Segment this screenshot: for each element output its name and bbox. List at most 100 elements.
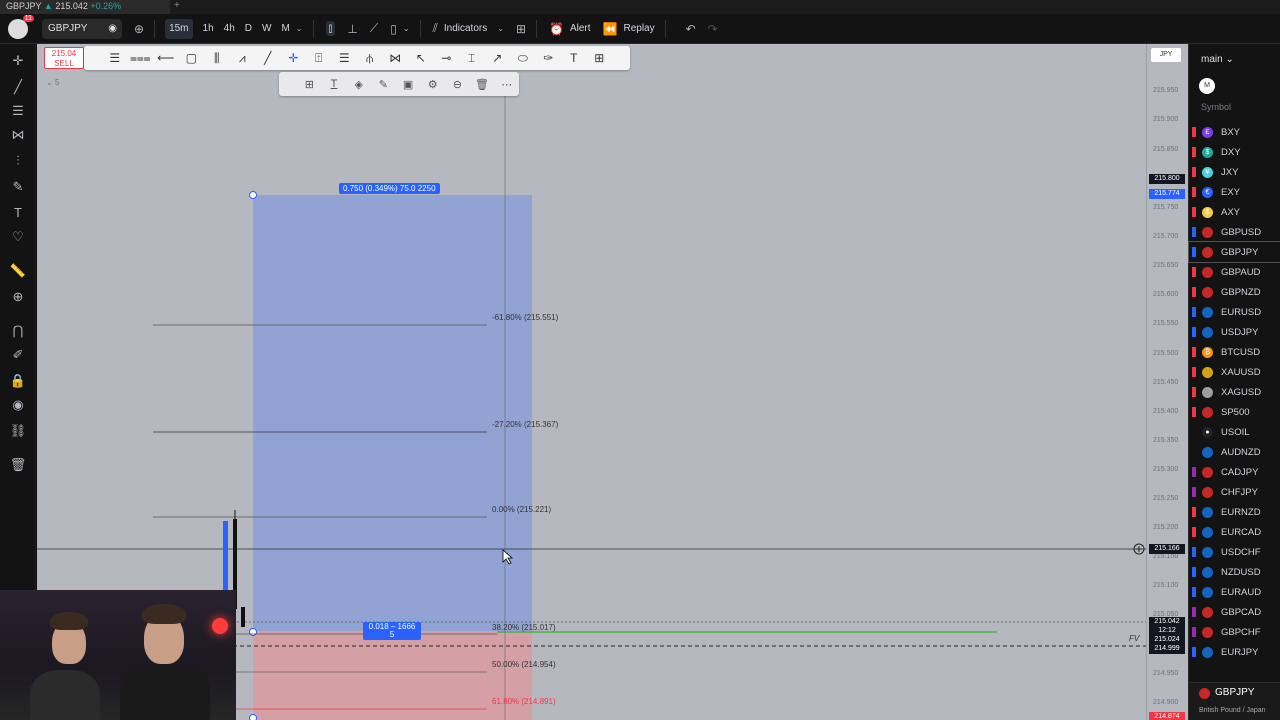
eye-icon[interactable]: ◉ [108, 23, 117, 34]
fib-timezone-icon[interactable]: ⫼ [204, 51, 230, 66]
stop-zone[interactable] [253, 631, 532, 720]
trend-line-icon[interactable]: ╱ [8, 78, 28, 96]
watchlist-item-btcusd[interactable]: ₿ BTCUSD [1189, 342, 1280, 362]
color-flag[interactable] [1192, 627, 1196, 637]
color-flag[interactable] [1192, 387, 1196, 397]
text-icon[interactable]: T [561, 51, 587, 65]
crosshair-tool-icon[interactable]: ✛ [281, 51, 307, 65]
new-tab-icon[interactable]: + [174, 0, 180, 11]
magnet-icon[interactable]: ⋂ [8, 322, 28, 340]
symbol-details[interactable]: GBPJPY British Pound / Japan [1189, 682, 1280, 720]
watchlist-item-gbpchf[interactable]: GBPCHF [1189, 622, 1280, 642]
watchlist-item-bxy[interactable]: £ BXY [1189, 122, 1280, 142]
horizontal-line-icon[interactable]: ⟵ [153, 51, 179, 65]
color-flag[interactable] [1192, 367, 1196, 377]
color-flag[interactable] [1192, 427, 1196, 437]
color-flag[interactable] [1192, 287, 1196, 297]
trash-icon[interactable]: 🗑 [8, 456, 28, 474]
line-color-icon[interactable]: ✎ [371, 78, 396, 91]
profit-zone[interactable] [253, 195, 532, 631]
watchlist-item-usoil[interactable]: ● USOIL [1189, 422, 1280, 442]
symbol-column-header[interactable]: Symbol [1201, 102, 1231, 112]
date-range-icon[interactable]: ⌶ [459, 51, 485, 66]
watchlist-item-axy[interactable]: $ AXY [1189, 202, 1280, 222]
watchlist-item-gbpusd[interactable]: GBPUSD [1189, 222, 1280, 242]
watchlist-item-cadjpy[interactable]: CADJPY [1189, 462, 1280, 482]
replay-button[interactable]: Replay [623, 19, 654, 39]
chevron-down-icon[interactable]: ⌄ [403, 24, 410, 33]
indicators-button[interactable]: Indicators [444, 19, 487, 39]
sell-button[interactable]: 215.04 SELL [44, 47, 84, 69]
symbol-search[interactable]: GBPJPY ◉ [42, 18, 122, 39]
settings-gear-icon[interactable]: ⚙ [420, 78, 445, 91]
color-flag[interactable] [1192, 647, 1196, 657]
watchlist-item-usdchf[interactable]: USDCHF [1189, 542, 1280, 562]
entry-handle[interactable] [249, 628, 257, 636]
image-icon[interactable]: ▣ [396, 78, 421, 91]
interval-1h[interactable]: 1h [203, 19, 214, 39]
lock-icon[interactable]: 🔒 [8, 372, 28, 390]
color-flag[interactable] [1192, 467, 1196, 477]
color-flag[interactable] [1192, 607, 1196, 617]
parallel-channel-icon[interactable]: ⩶ [128, 51, 154, 66]
watchlist-title[interactable]: main ⌄ [1201, 54, 1234, 65]
brush-icon[interactable]: ✑ [536, 51, 562, 65]
ruler-icon[interactable]: 📏 [8, 262, 28, 280]
hollow-candles-icon[interactable]: ▯ [390, 22, 397, 36]
pattern-icon[interactable]: ⋈ [383, 51, 409, 65]
color-flag[interactable] [1192, 587, 1196, 597]
crosshair-icon[interactable]: ✛ [8, 52, 28, 70]
heart-icon[interactable]: ♡ [8, 228, 28, 246]
chevron-down-icon[interactable]: ⌄ [497, 24, 504, 33]
templates-icon[interactable]: ⊞ [297, 78, 322, 91]
color-flag[interactable] [1192, 487, 1196, 497]
color-flag[interactable] [1192, 507, 1196, 517]
interval-15m[interactable]: 15m [165, 18, 193, 39]
browser-tab[interactable]: GBPJPY ▲ 215.042 +0.26% [0, 0, 170, 14]
watchlist-item-eurcad[interactable]: EURCAD [1189, 522, 1280, 542]
pitchfork-icon[interactable]: ⫛ [357, 51, 383, 66]
watchlist-item-gbpcad[interactable]: GBPCAD [1189, 602, 1280, 622]
user-avatar[interactable]: 11 [8, 14, 34, 39]
more-icon[interactable]: ⋯ [494, 78, 519, 91]
color-flag[interactable] [1192, 227, 1196, 237]
trash-icon[interactable]: 🗑 [470, 78, 495, 91]
trend-line-icon[interactable]: ╱ [255, 51, 281, 65]
watchlist-item-euraud[interactable]: EURAUD [1189, 582, 1280, 602]
watchlist-item-jxy[interactable]: ¥ JXY [1189, 162, 1280, 182]
candle[interactable] [241, 607, 245, 627]
color-flag[interactable] [1192, 147, 1196, 157]
zigzag-icon[interactable]: ⩘ [230, 51, 256, 66]
color-flag[interactable] [1192, 247, 1196, 257]
fib-retracement-icon[interactable]: ☰ [8, 102, 28, 120]
brush-icon[interactable]: ✎ [8, 178, 28, 196]
eye-icon[interactable]: ◉ [8, 396, 28, 414]
color-flag[interactable] [1192, 167, 1196, 177]
alarm-clock-icon[interactable]: ⏰ [549, 22, 564, 36]
watchlist-avatar[interactable]: M [1199, 78, 1215, 94]
color-flag[interactable] [1192, 267, 1196, 277]
collapse-indicator[interactable]: ⌄ 5 [46, 78, 59, 87]
cursor-arrow-icon[interactable]: ↖ [408, 51, 434, 65]
watchlist-item-gbpjpy[interactable]: GBPJPY [1188, 241, 1280, 263]
compare-add-icon[interactable]: ⊕ [134, 22, 144, 36]
top-handle[interactable] [249, 191, 257, 199]
undo-icon[interactable]: ↶ [686, 22, 696, 36]
currency-button[interactable]: JPY [1151, 48, 1181, 62]
watchlist-item-eurjpy[interactable]: EURJPY [1189, 642, 1280, 662]
long-position-icon[interactable]: ⍐ [306, 51, 332, 66]
forecast-icon[interactable]: ⫶ [8, 152, 28, 170]
color-flag[interactable] [1192, 447, 1196, 457]
watchlist-item-gbpaud[interactable]: GBPAUD [1189, 262, 1280, 282]
templates-grid-icon[interactable]: ⊞ [516, 22, 526, 36]
table-icon[interactable]: ⊞ [587, 51, 613, 65]
draw-mode-icon[interactable]: ✐ [8, 346, 28, 364]
position-top-label[interactable]: 0.750 (0.349%) 75.0 2250 [339, 183, 440, 194]
watchlist-item-usdjpy[interactable]: USDJPY [1189, 322, 1280, 342]
zoom-in-icon[interactable]: ⊕ [8, 288, 28, 306]
color-flag[interactable] [1192, 527, 1196, 537]
fib-retracement-icon[interactable]: ☰ [332, 51, 358, 65]
color-flag[interactable] [1192, 407, 1196, 417]
alert-button[interactable]: Alert [570, 19, 591, 39]
bars-icon[interactable]: ⊥ [347, 22, 357, 36]
